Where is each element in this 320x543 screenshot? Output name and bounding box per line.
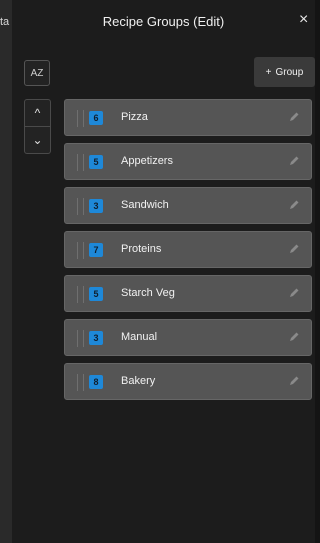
group-name: Starch Veg bbox=[121, 287, 175, 299]
pencil-icon[interactable] bbox=[287, 198, 301, 212]
chevron-down-icon: ⌄ bbox=[32, 133, 43, 147]
drag-handle-icon[interactable] bbox=[77, 330, 84, 347]
move-up-button[interactable]: ^ bbox=[25, 100, 50, 126]
sort-az-icon: AZ bbox=[30, 67, 44, 79]
pencil-icon[interactable] bbox=[287, 242, 301, 256]
move-down-button[interactable]: ⌄ bbox=[25, 127, 50, 153]
list-item[interactable]: 3 Sandwich bbox=[64, 187, 312, 224]
list-item[interactable]: 3 Manual bbox=[64, 319, 312, 356]
backdrop-strip: ta bbox=[0, 0, 12, 543]
drag-handle-icon[interactable] bbox=[77, 154, 84, 171]
pencil-icon[interactable] bbox=[287, 374, 301, 388]
add-group-button[interactable]: + Group bbox=[254, 57, 315, 87]
sort-alphabetical-button[interactable]: AZ bbox=[24, 60, 50, 86]
page-title: Recipe Groups (Edit) bbox=[102, 14, 225, 29]
drag-handle-icon[interactable] bbox=[77, 374, 84, 391]
count-badge: 5 bbox=[89, 287, 103, 301]
list-item[interactable]: 5 Appetizers bbox=[64, 143, 312, 180]
drag-handle-icon[interactable] bbox=[77, 110, 84, 127]
drag-handle-icon[interactable] bbox=[77, 198, 84, 215]
recipe-groups-panel: Recipe Groups (Edit) × AZ ^ ⌄ + Group 6 … bbox=[12, 0, 315, 543]
group-name: Pizza bbox=[121, 111, 148, 123]
reorder-controls: ^ ⌄ bbox=[24, 99, 51, 154]
count-badge: 5 bbox=[89, 155, 103, 169]
panel-header: Recipe Groups (Edit) × bbox=[12, 0, 315, 42]
close-icon[interactable]: × bbox=[299, 12, 315, 28]
count-badge: 6 bbox=[89, 111, 103, 125]
list-item[interactable]: 5 Starch Veg bbox=[64, 275, 312, 312]
count-badge: 7 bbox=[89, 243, 103, 257]
pencil-icon[interactable] bbox=[287, 286, 301, 300]
list-item[interactable]: 7 Proteins bbox=[64, 231, 312, 268]
count-badge: 8 bbox=[89, 375, 103, 389]
group-name: Bakery bbox=[121, 375, 156, 387]
count-badge: 3 bbox=[89, 331, 103, 345]
backdrop-partial-text: ta bbox=[0, 16, 10, 28]
drag-handle-icon[interactable] bbox=[77, 286, 84, 303]
group-name: Proteins bbox=[121, 243, 162, 255]
list-item[interactable]: 6 Pizza bbox=[64, 99, 312, 136]
pencil-icon[interactable] bbox=[287, 110, 301, 124]
list-item[interactable]: 8 Bakery bbox=[64, 363, 312, 400]
recipe-group-list: 6 Pizza 5 Appetizers 3 Sandwich 7 Protei… bbox=[64, 99, 312, 407]
add-group-label: Group bbox=[275, 66, 304, 78]
group-name: Appetizers bbox=[121, 155, 173, 167]
group-name: Sandwich bbox=[121, 199, 169, 211]
pencil-icon[interactable] bbox=[287, 330, 301, 344]
drag-handle-icon[interactable] bbox=[77, 242, 84, 259]
plus-icon: + bbox=[265, 66, 272, 78]
chevron-up-icon: ^ bbox=[34, 106, 41, 120]
count-badge: 3 bbox=[89, 199, 103, 213]
group-name: Manual bbox=[121, 331, 158, 343]
pencil-icon[interactable] bbox=[287, 154, 301, 168]
